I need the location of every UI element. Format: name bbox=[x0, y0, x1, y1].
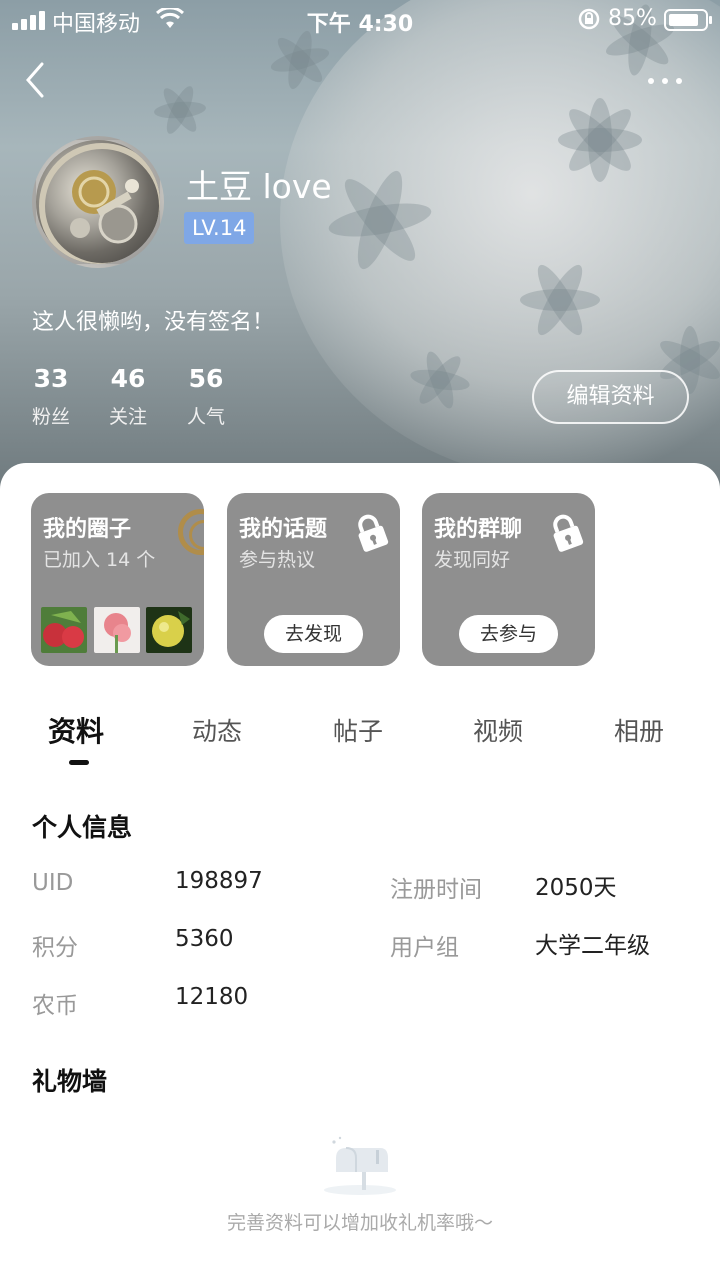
card-subtitle: 已加入 14 个 bbox=[43, 549, 156, 571]
card-title: 我的圈子 bbox=[43, 517, 132, 542]
battery-percent: 85% bbox=[608, 6, 657, 31]
stat-value: 33 bbox=[33, 364, 69, 393]
lock-icon bbox=[553, 514, 584, 552]
register-time-value: 2050天 bbox=[535, 875, 617, 901]
join-group-chat-button[interactable]: 去参与 bbox=[459, 615, 558, 653]
stat-label: 关注 bbox=[108, 406, 147, 428]
tab-activity[interactable]: 动态 bbox=[192, 712, 242, 748]
tab-albums[interactable]: 相册 bbox=[614, 712, 664, 748]
card-subtitle: 发现同好 bbox=[434, 549, 511, 571]
circle-thumbnail-lemon[interactable] bbox=[146, 607, 192, 653]
empty-mailbox-icon bbox=[324, 1136, 396, 1195]
stat-following[interactable]: 46 关注 bbox=[106, 364, 150, 429]
circle-thumbnail-carnation[interactable] bbox=[94, 607, 140, 653]
uid-label: UID bbox=[32, 870, 74, 896]
user-group-value: 大学二年级 bbox=[535, 933, 650, 959]
register-time-label: 注册时间 bbox=[390, 877, 482, 903]
profile-tabs: 资料 动态 帖子 视频 相册 bbox=[0, 700, 720, 770]
coins-value: 12180 bbox=[175, 984, 249, 1010]
personal-info-heading: 个人信息 bbox=[32, 813, 133, 842]
card-title: 我的话题 bbox=[239, 517, 328, 542]
points-value: 5360 bbox=[175, 926, 234, 952]
points-label: 积分 bbox=[32, 935, 78, 961]
my-circles-card[interactable]: 我的圈子 已加入 14 个 bbox=[31, 493, 204, 666]
my-topics-card[interactable]: 我的话题 参与热议 去发现 bbox=[227, 493, 400, 666]
more-options-button[interactable] bbox=[640, 62, 690, 98]
level-badge: LV.14 bbox=[184, 212, 255, 244]
gift-wall-heading: 礼物墙 bbox=[32, 1067, 108, 1096]
tab-posts[interactable]: 帖子 bbox=[333, 712, 383, 748]
stat-value: 46 bbox=[110, 364, 146, 393]
stat-value: 56 bbox=[188, 364, 224, 393]
coins-label: 农币 bbox=[32, 993, 78, 1019]
discover-topics-button[interactable]: 去发现 bbox=[264, 615, 363, 653]
status-bar: 中国移动 下午 4:30 85% bbox=[0, 0, 720, 40]
back-button[interactable] bbox=[18, 58, 58, 102]
gift-wall-empty-message: 完善资料可以增加收礼机率哦～ bbox=[226, 1212, 493, 1234]
stat-label: 人气 bbox=[186, 406, 225, 428]
card-subtitle: 参与热议 bbox=[239, 549, 316, 571]
rotation-lock-icon bbox=[578, 8, 600, 30]
avatar[interactable] bbox=[32, 136, 164, 268]
active-tab-indicator bbox=[69, 760, 89, 765]
circle-logo-icon bbox=[178, 509, 204, 555]
tab-profile-info[interactable]: 资料 bbox=[48, 710, 104, 750]
profile-signature: 这人很懒哟，没有签名！ bbox=[32, 310, 275, 335]
user-group-label: 用户组 bbox=[390, 935, 459, 961]
battery-icon bbox=[664, 9, 712, 31]
username: 土豆 love bbox=[186, 167, 332, 206]
lock-icon bbox=[358, 514, 389, 552]
stat-label: 粉丝 bbox=[31, 406, 70, 428]
edit-profile-button[interactable]: 编辑资料 bbox=[532, 370, 689, 424]
chevron-left-icon bbox=[26, 62, 44, 98]
card-title: 我的群聊 bbox=[434, 517, 523, 542]
uid-value: 198897 bbox=[175, 868, 263, 894]
tab-videos[interactable]: 视频 bbox=[473, 712, 523, 748]
my-group-chats-card[interactable]: 我的群聊 发现同好 去参与 bbox=[422, 493, 595, 666]
circle-thumbnail-raspberry[interactable] bbox=[41, 607, 87, 653]
stat-fans[interactable]: 33 粉丝 bbox=[30, 364, 72, 429]
stat-popularity[interactable]: 56 人气 bbox=[184, 364, 228, 429]
